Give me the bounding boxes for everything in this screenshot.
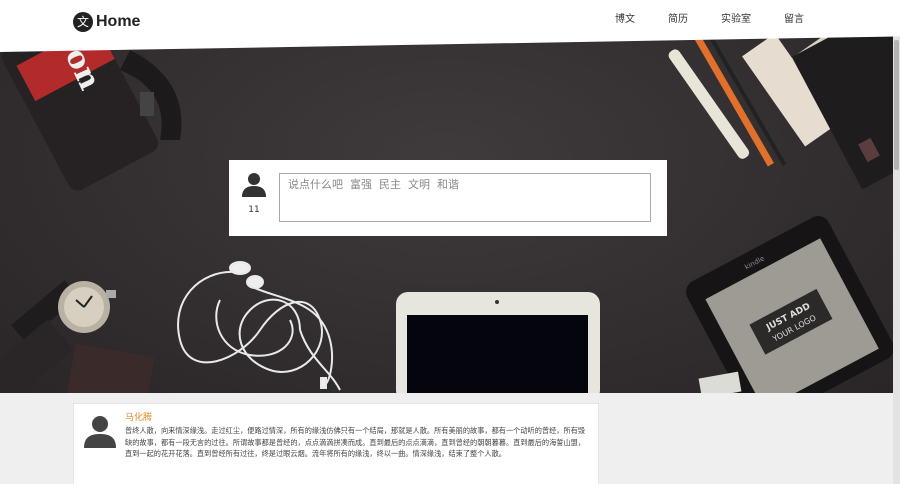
post-author[interactable]: 马化腾 bbox=[125, 410, 152, 423]
book-icon bbox=[65, 343, 155, 393]
comment-input[interactable] bbox=[279, 173, 651, 222]
logo-badge-icon: 文 bbox=[73, 12, 93, 32]
nav-item-resume[interactable]: 简历 bbox=[668, 13, 688, 27]
tablet-icon bbox=[396, 292, 600, 393]
nav-item-lab[interactable]: 实验室 bbox=[721, 13, 751, 27]
nav-item-blog[interactable]: 博文 bbox=[615, 13, 635, 27]
scrollbar[interactable] bbox=[893, 0, 900, 484]
comment-box: 11 bbox=[229, 160, 667, 236]
main-nav: 博文 简历 实验室 留言 bbox=[582, 13, 804, 27]
kindle-icon: kindle JUST ADD YOUR LOGO bbox=[686, 216, 893, 393]
comment-count: 11 bbox=[248, 205, 260, 215]
author-avatar-icon bbox=[84, 416, 116, 448]
scrollbar-thumb[interactable] bbox=[894, 40, 899, 170]
user-avatar-icon bbox=[242, 173, 266, 197]
post-text: 曾终人散，向来情深缘浅。走过红尘，便路过情深，所有的缘浅仿佛只有一个结局，那就是… bbox=[125, 426, 586, 458]
logo-text: Home bbox=[96, 13, 141, 30]
nav-item-guestbook[interactable]: 留言 bbox=[784, 13, 804, 27]
home-logo[interactable]: 文 Home bbox=[73, 12, 140, 32]
post-card: 马化腾 曾终人散，向来情深缘浅。走过红尘，便路过情深，所有的缘浅仿佛只有一个结局… bbox=[73, 403, 599, 484]
earphones-icon bbox=[177, 261, 341, 391]
